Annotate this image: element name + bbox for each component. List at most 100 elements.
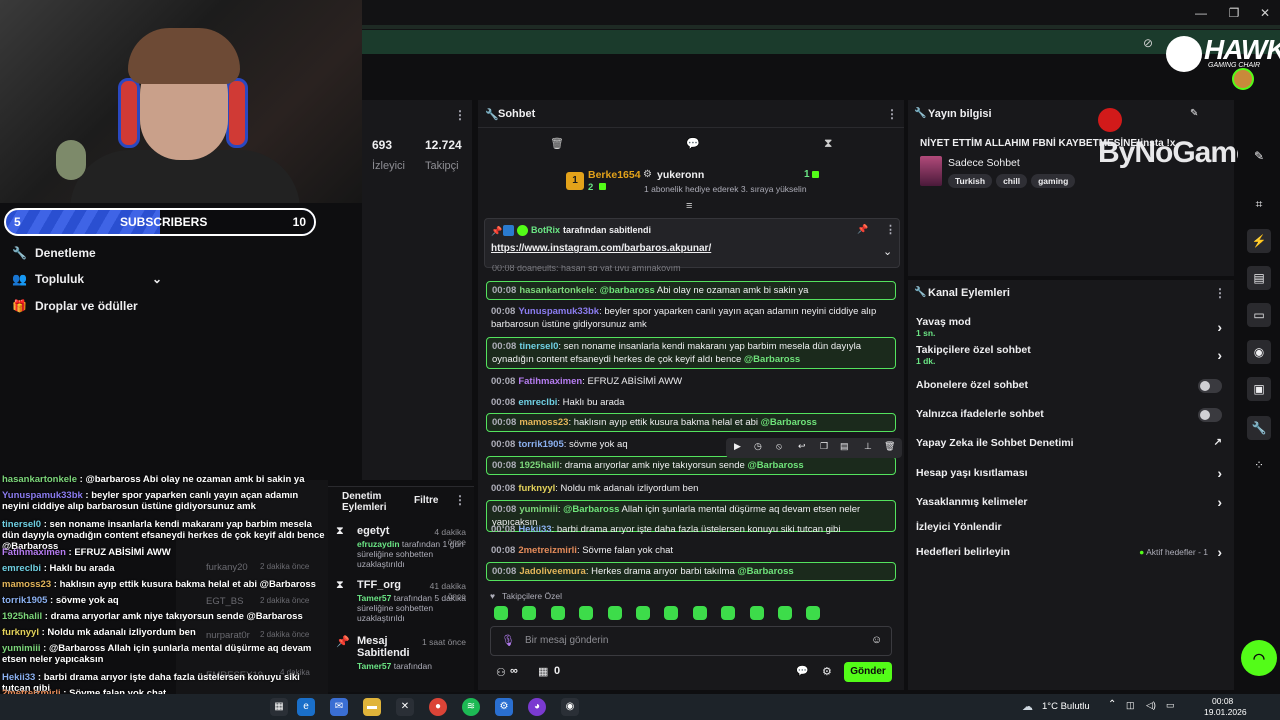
- pinned-by-user[interactable]: BotRix: [531, 225, 560, 235]
- ban-icon[interactable]: ⦸: [776, 441, 782, 452]
- pencil-icon[interactable]: ✎: [1247, 144, 1271, 168]
- pin-icon[interactable]: ⊥: [864, 441, 872, 452]
- chat-message[interactable]: 00:08 1925halil: drama arıyorlar amk niye…: [486, 456, 896, 475]
- emote-icon[interactable]: [749, 606, 764, 620]
- store-icon[interactable]: ▦: [538, 665, 548, 678]
- emote-icon[interactable]: [692, 606, 707, 620]
- chat-message[interactable]: 00:08 Fatihmaximen: EFRUZ ABİSİMİ AWW: [486, 373, 896, 390]
- folder-icon[interactable]: ▬: [363, 698, 381, 716]
- clock-time[interactable]: 00:08: [1212, 696, 1233, 706]
- emote-icon[interactable]: [522, 606, 537, 620]
- channel-action-row[interactable]: Hedefleri belirleyin ● Aktif hedefler - 1…: [916, 544, 1228, 560]
- trash-icon[interactable]: 🗑: [884, 441, 895, 452]
- minimize-icon[interactable]: —: [1194, 6, 1208, 20]
- nav-item-topluluk[interactable]: 👥 Topluluk ⌄: [12, 269, 162, 289]
- lightning-icon[interactable]: ⚡: [1247, 229, 1271, 253]
- play-icon[interactable]: ▶: [734, 441, 741, 452]
- emote-icon[interactable]: [806, 606, 821, 620]
- xbox-icon[interactable]: ✕: [396, 698, 414, 716]
- emote-icon[interactable]: [664, 606, 679, 620]
- chat-input-box[interactable]: 🎙 Bir mesaj gönderin ☺: [490, 626, 892, 656]
- microphone-icon[interactable]: 🎙: [501, 634, 515, 647]
- kebab-icon[interactable]: ⋮: [886, 107, 898, 121]
- channel-action-row[interactable]: Yapay Zeka ile Sohbet Denetimi ↗: [916, 437, 1228, 449]
- toggle-switch[interactable]: [1198, 408, 1222, 422]
- document-icon[interactable]: ▤: [1247, 266, 1271, 290]
- weather-text[interactable]: 1°C Bulutlu: [1042, 701, 1090, 712]
- channel-action-row[interactable]: Hesap yaşı kısıtlaması ›: [916, 465, 1228, 481]
- obs-icon[interactable]: ◉: [561, 698, 579, 716]
- discord-icon[interactable]: ◕: [528, 698, 546, 716]
- points-icon[interactable]: ⚇: [496, 666, 506, 679]
- chat-message[interactable]: 00:08 Yunuspamuk33bk: beyler spor yaparke…: [486, 303, 896, 333]
- pinned-link[interactable]: https://www.instagram.com/barbaros.akpun…: [491, 243, 711, 254]
- network-icon[interactable]: ◫: [1126, 700, 1135, 711]
- filter-button[interactable]: Filtre: [414, 495, 438, 506]
- toggle-switch[interactable]: [1198, 379, 1222, 393]
- channel-action-row[interactable]: Takipçilere özel sohbet 1 dk. ›: [916, 344, 1228, 366]
- mod-action-item[interactable]: ⧗ egetyt 4 dakika önce efruzaydin tarafında…: [336, 525, 468, 569]
- task-view-icon[interactable]: ▦: [270, 698, 288, 716]
- emote-icon[interactable]: [494, 606, 508, 620]
- restore-icon[interactable]: ❐: [1227, 6, 1241, 20]
- emoji-icon[interactable]: ☺: [871, 634, 882, 646]
- hourglass-icon[interactable]: ⧗: [824, 136, 832, 151]
- user-card-icon[interactable]: ▤: [840, 441, 849, 452]
- gifter-name[interactable]: yukeronn: [657, 169, 704, 181]
- chat-message[interactable]: 00:08 2metreizmirli: Sövme falan yok chat: [486, 542, 896, 559]
- collapse-icon[interactable]: ≡: [686, 200, 692, 212]
- chat-message[interactable]: 00:08 furknyyl: Noldu mk adanalı izliyord…: [486, 480, 896, 497]
- chat-icon[interactable]: ▭: [1247, 303, 1271, 327]
- chat-message[interactable]: 00:08 Jadoliveemura: Herkes drama arıyor …: [486, 562, 896, 581]
- emote-icon[interactable]: [778, 606, 792, 620]
- leader-name[interactable]: Berke1654: [588, 169, 641, 181]
- spotify-icon[interactable]: ≋: [462, 698, 480, 716]
- chevron-down-icon[interactable]: ⌄: [883, 245, 892, 258]
- kebab-icon[interactable]: ⋮: [454, 108, 466, 122]
- kebab-icon[interactable]: ⋮: [885, 223, 896, 236]
- channel-action-row[interactable]: Abonelere özel sohbet: [916, 379, 1228, 393]
- emote-icon[interactable]: [607, 606, 622, 620]
- gear-icon[interactable]: ⚙: [822, 665, 832, 678]
- channel-action-row[interactable]: Yasaklanmış kelimeler ›: [916, 494, 1228, 510]
- clock-icon[interactable]: ◷: [754, 441, 762, 452]
- clock-date[interactable]: 19.01.2026: [1204, 707, 1247, 717]
- avatar[interactable]: [1232, 68, 1254, 90]
- channel-action-row[interactable]: Yavaş mod 1 sn. ›: [916, 316, 1228, 338]
- chat-message[interactable]: 00:08 tinersel0: sen noname insanlarla ke…: [486, 337, 896, 369]
- send-button[interactable]: Gönder: [844, 662, 892, 682]
- tag[interactable]: Turkish: [948, 174, 993, 188]
- channel-action-row[interactable]: İzleyici Yönlendir: [916, 521, 1228, 533]
- user-card-icon[interactable]: ▣: [1247, 377, 1271, 401]
- mail-icon[interactable]: ✉: [330, 698, 348, 716]
- pin-icon[interactable]: 📌: [857, 224, 868, 235]
- chat-message[interactable]: 00:08 emreclbi: Haklı bu arada: [486, 394, 896, 411]
- nav-item-droplar[interactable]: 🎁 Droplar ve ödüller: [12, 296, 138, 316]
- apps-icon[interactable]: ⁘: [1247, 453, 1271, 477]
- chrome-icon[interactable]: ●: [429, 698, 447, 716]
- wrench-icon[interactable]: 🔧: [1247, 416, 1271, 440]
- chat-bubble-icon[interactable]: 💬: [686, 137, 700, 150]
- reply-icon[interactable]: ↩: [798, 441, 806, 452]
- chat-bubble-icon[interactable]: 💬: [796, 666, 808, 677]
- mod-action-item[interactable]: ⧗ TFF_org 41 dakika önce Tamer57 tarafından…: [336, 579, 468, 623]
- volume-icon[interactable]: ◁): [1146, 700, 1156, 711]
- emote-icon[interactable]: [636, 606, 650, 620]
- copy-icon[interactable]: ❐: [820, 441, 828, 452]
- tag[interactable]: gaming: [1031, 174, 1076, 188]
- eye-slash-icon[interactable]: ⊘: [1143, 36, 1153, 50]
- kebab-icon[interactable]: ⋮: [1214, 286, 1226, 300]
- channel-action-row[interactable]: Yalnızca ifadelerle sohbet: [916, 408, 1228, 422]
- chat-message[interactable]: 00:08 mamoss23: haklısın ayıp ettik kusur…: [486, 413, 896, 432]
- battery-icon[interactable]: ▭: [1166, 700, 1175, 711]
- nav-item-denetleme[interactable]: 🔧 Denetleme: [12, 243, 96, 263]
- chat-message[interactable]: 00:08 Hekii33: barbi drama arıyor işte da…: [486, 521, 896, 538]
- broadcast-icon[interactable]: ◉: [1247, 340, 1271, 364]
- support-icon[interactable]: ◠: [1241, 640, 1277, 676]
- edge-icon[interactable]: e: [297, 698, 315, 716]
- chat-input-placeholder[interactable]: Bir mesaj gönderin: [525, 635, 608, 646]
- emote-icon[interactable]: [550, 606, 565, 620]
- kebab-icon[interactable]: ⋮: [454, 493, 466, 507]
- emote-icon[interactable]: [721, 606, 736, 620]
- emote-icon[interactable]: [579, 606, 594, 620]
